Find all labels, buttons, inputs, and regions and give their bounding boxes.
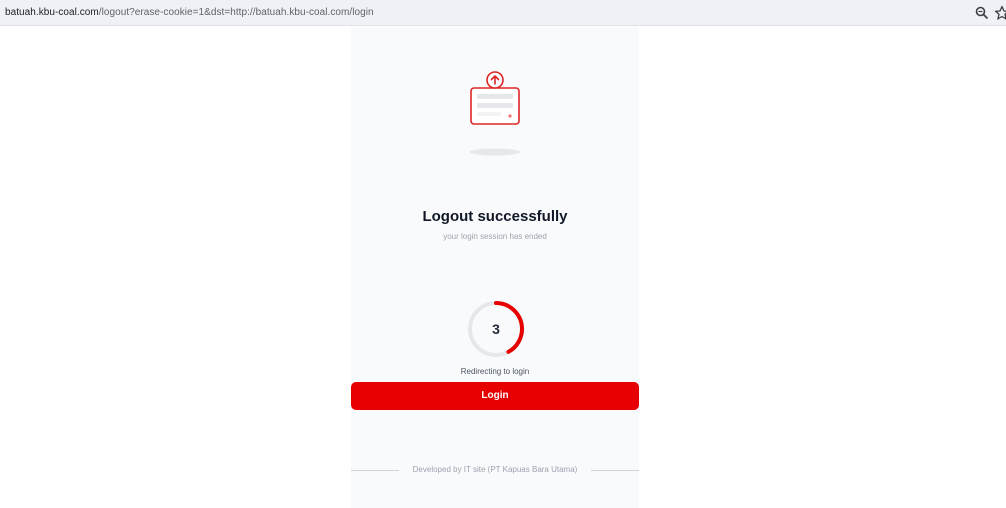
page-title: Logout successfully — [422, 208, 568, 225]
browser-address-bar: batuah.kbu-coal.com/logout?erase-cookie=… — [0, 0, 1006, 26]
bookmark-star-icon[interactable] — [994, 5, 1006, 21]
login-button[interactable]: Login — [351, 382, 639, 410]
url-path: /logout?erase-cookie=1&dst=http://batuah… — [98, 7, 374, 18]
logout-card: Logout successfully your login session h… — [351, 27, 639, 508]
countdown-number: 3 — [492, 321, 500, 337]
footer: Developed by IT site (PT Kapuas Bara Uta… — [351, 465, 639, 477]
page-subtitle: your login session has ended — [443, 232, 547, 241]
url-field[interactable]: batuah.kbu-coal.com/logout?erase-cookie=… — [5, 7, 374, 18]
zoom-icon[interactable] — [974, 5, 990, 21]
footer-divider-right — [591, 470, 639, 471]
footer-divider-left — [351, 470, 399, 471]
redirect-text: Redirecting to login — [460, 367, 530, 376]
countdown-timer: 3 — [466, 299, 526, 359]
footer-credit: Developed by IT site (PT Kapuas Bara Uta… — [412, 465, 578, 474]
logout-illustration — [351, 27, 639, 167]
url-host: batuah.kbu-coal.com — [5, 7, 99, 18]
